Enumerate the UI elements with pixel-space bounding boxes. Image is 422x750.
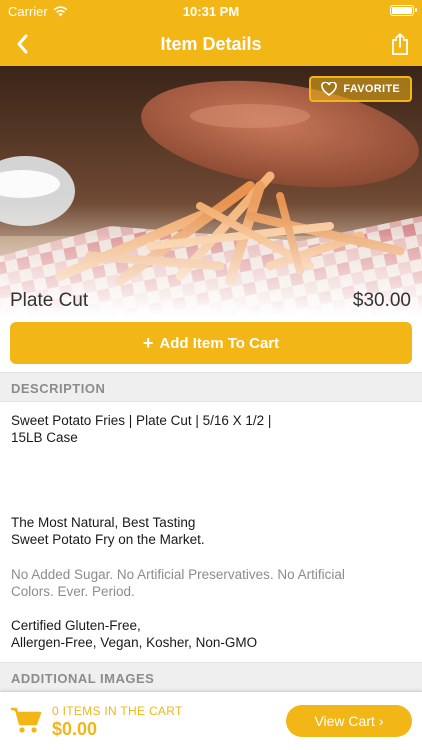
share-icon xyxy=(392,33,408,55)
cart-bar: 0 ITEMS IN THE CART $0.00 View Cart › xyxy=(0,692,422,750)
cart-total: $0.00 xyxy=(52,719,98,739)
heart-icon xyxy=(321,82,338,96)
description-line: The Most Natural, Best Tasting xyxy=(11,515,196,530)
description-line: Colors. Ever. Period. xyxy=(11,584,135,599)
description-line: 15LB Case xyxy=(11,430,78,445)
description-line: No Added Sugar. No Artificial Preservati… xyxy=(11,567,345,582)
item-name: Plate Cut xyxy=(10,290,89,311)
status-bar: Carrier 10:31 PM xyxy=(0,0,422,22)
description-header: DESCRIPTION xyxy=(0,372,422,402)
item-price: $30.00 xyxy=(352,290,411,311)
cart-item-count: 0 ITEMS IN THE CART xyxy=(52,704,183,718)
add-to-cart-button[interactable]: + Add Item To Cart xyxy=(10,322,412,364)
navigation-bar: Item Details xyxy=(0,22,422,66)
additional-images-header: ADDITIONAL IMAGES xyxy=(0,662,422,692)
description-line: Certified Gluten-Free, xyxy=(11,618,141,633)
chevron-right-icon: › xyxy=(378,713,384,729)
page-title: Item Details xyxy=(160,34,262,54)
add-to-cart-label: Add Item To Cart xyxy=(159,334,280,352)
favorite-label: FAVORITE xyxy=(343,83,400,95)
battery-icon xyxy=(390,5,417,16)
description-line: Sweet Potato Fry on the Market. xyxy=(11,532,205,547)
view-cart-label: View Cart xyxy=(314,713,375,729)
sweet-potato-fries-photo xyxy=(0,66,422,316)
description-line: Sweet Potato Fries | Plate Cut | 5/16 X … xyxy=(11,413,272,428)
plus-icon: + xyxy=(142,333,154,353)
share-button[interactable] xyxy=(386,29,414,59)
view-cart-button[interactable]: View Cart › xyxy=(286,705,412,737)
description-line: Allergen-Free, Vegan, Kosher, Non-GMO xyxy=(11,635,258,650)
product-image xyxy=(0,66,422,316)
cart-icon[interactable] xyxy=(10,706,42,734)
favorite-button[interactable]: FAVORITE xyxy=(309,76,412,102)
status-time: 10:31 PM xyxy=(182,4,240,19)
